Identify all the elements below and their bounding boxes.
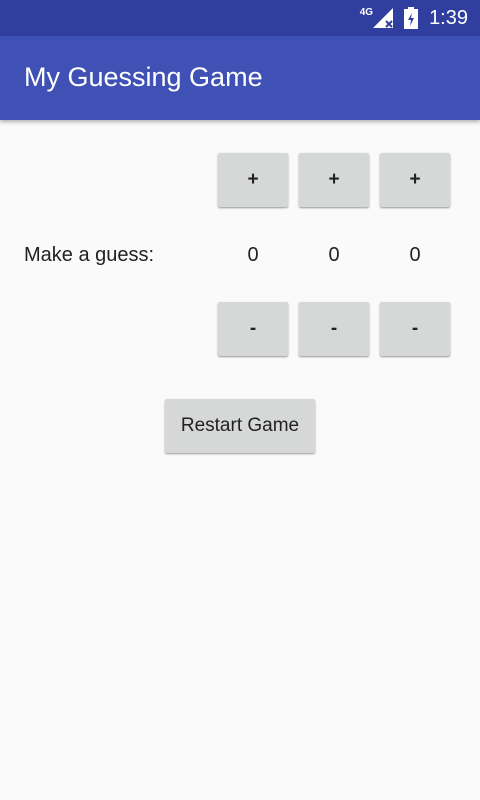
- signal-icon: [373, 8, 394, 28]
- status-time: 1:39: [429, 6, 468, 29]
- increment-digit-1-button[interactable]: +: [218, 153, 288, 207]
- guess-digit-1: 0: [247, 244, 259, 266]
- restart-game-button[interactable]: Restart Game: [165, 399, 315, 453]
- decrement-digit-1-button[interactable]: -: [218, 302, 288, 356]
- decrement-digit-2-button[interactable]: -: [299, 302, 369, 356]
- battery-icon: [404, 7, 419, 29]
- decrement-digit-3-button[interactable]: -: [380, 302, 450, 356]
- app-bar: My Guessing Game: [0, 36, 480, 120]
- increment-digit-3-button[interactable]: +: [380, 153, 450, 207]
- make-a-guess-label: Make a guess:: [24, 244, 155, 266]
- guess-digit-3: 0: [409, 244, 421, 266]
- network-type: 4G: [359, 6, 374, 18]
- increment-digit-2-button[interactable]: +: [299, 153, 369, 207]
- status-icons: 4G 1:39: [360, 0, 468, 36]
- status-bar: 4G 1:39: [0, 0, 480, 36]
- app-title: My Guessing Game: [24, 62, 263, 92]
- guess-digit-2: 0: [328, 244, 340, 266]
